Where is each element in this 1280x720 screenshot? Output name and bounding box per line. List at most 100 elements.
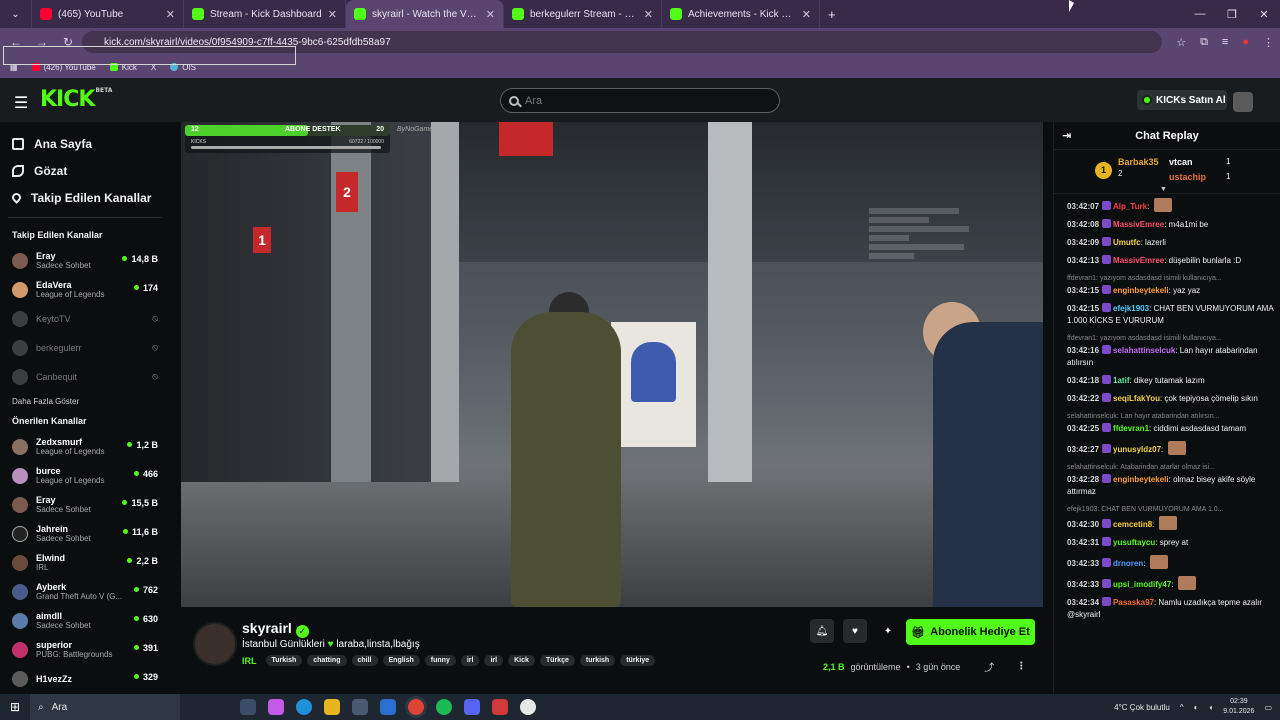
discord-icon[interactable]: [464, 699, 480, 715]
buy-kicks-button[interactable]: KICKs Satın Al: [1137, 90, 1227, 110]
recommended-channel[interactable]: Elwind IRL 2,2 B: [0, 548, 170, 577]
close-icon[interactable]: ✕: [166, 8, 175, 21]
tag-chip[interactable]: Türkçe: [539, 655, 575, 666]
task-view-icon[interactable]: [240, 699, 256, 715]
leader-name[interactable]: vtcan: [1169, 157, 1193, 167]
video-player[interactable]: 1 2 12 ABONE DESTEK 20 KICKS 60722 / 100…: [181, 122, 1043, 607]
reply-preview[interactable]: ffdevran1: yazıyom asdasdasd isimili kul…: [1067, 273, 1274, 285]
chat-username[interactable]: seqiLfakYou: [1113, 394, 1160, 403]
tag-chip[interactable]: English: [382, 655, 420, 666]
search-box[interactable]: [500, 88, 780, 113]
sidebar-item-browse[interactable]: Gözat: [12, 157, 158, 184]
recommended-channel[interactable]: Zedxsmurf League of Legends 1,2 B: [0, 432, 170, 461]
tag-chip[interactable]: irl: [484, 655, 504, 666]
reply-preview[interactable]: ffdevran1: yazıyom asdasdasd isimili kul…: [1067, 333, 1274, 345]
more-options-icon[interactable]: ⋮: [1016, 661, 1026, 672]
browser-tab[interactable]: Stream - Kick Dashboard ✕: [184, 0, 346, 28]
windows-start-icon[interactable]: ⊞: [0, 700, 30, 714]
kick-logo[interactable]: KICKBETA: [40, 87, 112, 112]
followed-channel-offline[interactable]: Canbequit ⦸: [0, 362, 170, 391]
gift-subscription-button[interactable]: 🎁︎ Abonelik Hediye Et: [906, 619, 1035, 645]
notification-bell-button[interactable]: 🔔︎: [810, 619, 834, 643]
show-more-link[interactable]: Daha Fazla Göster: [0, 391, 170, 410]
chat-username[interactable]: yunusyldz07: [1113, 445, 1161, 454]
recommended-channel[interactable]: Jahrein Sadece Sohbet 11,6 B: [0, 519, 170, 548]
close-icon[interactable]: ✕: [486, 8, 495, 21]
chat-username[interactable]: 1atif: [1113, 376, 1129, 385]
chat-username[interactable]: ffdevran1: [1113, 424, 1149, 433]
minimize-icon[interactable]: —: [1184, 0, 1216, 28]
sparkle-button[interactable]: ✦: [876, 619, 900, 643]
tag-chip[interactable]: Turkish: [265, 655, 303, 666]
user-avatar[interactable]: [1233, 92, 1253, 112]
followed-channel[interactable]: EdaVera League of Legends 174: [0, 275, 170, 304]
reply-preview[interactable]: selahattinselcuk: Atabarindan atarlar ol…: [1067, 462, 1274, 474]
recommended-channel[interactable]: Eray Sadece Sohbet 15,5 B: [0, 490, 170, 519]
follow-button[interactable]: ♥: [843, 619, 867, 643]
tag-chip[interactable]: funny: [424, 655, 456, 666]
chat-username[interactable]: selahattinselcuk: [1113, 346, 1175, 355]
leader-name[interactable]: Barbak35: [1118, 157, 1159, 167]
chat-username[interactable]: efejk1903: [1113, 304, 1149, 313]
recommended-channel[interactable]: superior PUBG: Battlegrounds 391: [0, 635, 170, 664]
tag-chip[interactable]: turkish: [579, 655, 616, 666]
edge-icon[interactable]: [296, 699, 312, 715]
followed-channel-offline[interactable]: KeytoTV ⦸: [0, 304, 170, 333]
tag-chip[interactable]: türkiye: [620, 655, 656, 666]
sidebar-item-home[interactable]: Ana Sayfa: [12, 130, 158, 157]
volume-icon[interactable]: ◖: [1208, 703, 1213, 712]
channel-name-heading[interactable]: skyrairl ✓: [242, 620, 309, 638]
followed-channel[interactable]: Eray Sadece Sohbet 14,8 B: [0, 246, 170, 275]
spotify-icon[interactable]: [436, 699, 452, 715]
notifications-icon[interactable]: ▭: [1264, 703, 1272, 712]
expand-leaderboard-icon[interactable]: ▼: [1160, 186, 1167, 193]
search-input[interactable]: [525, 94, 765, 107]
close-icon[interactable]: ✕: [802, 8, 811, 21]
collapse-chat-icon[interactable]: ⇥: [1062, 129, 1071, 142]
taskbar-search[interactable]: ⌕ Ara: [30, 694, 180, 720]
tray-chevron-icon[interactable]: ^: [1180, 703, 1184, 712]
weather-widget[interactable]: 4°C Çok bulutlu: [1114, 703, 1170, 712]
bookmark-star-icon[interactable]: ☆: [1176, 36, 1186, 49]
hamburger-menu-icon[interactable]: ☰: [14, 93, 28, 113]
sidebar-item-following[interactable]: Takip Edilen Kanallar: [10, 184, 158, 211]
copilot-icon[interactable]: [268, 699, 284, 715]
menu-icon[interactable]: ⋮: [1263, 36, 1274, 49]
recommended-channel[interactable]: H1vezZz 329: [0, 664, 170, 693]
chat-username[interactable]: yusuftaycu: [1113, 538, 1155, 547]
tab-list-button[interactable]: ⌄: [0, 0, 32, 28]
tag-chip[interactable]: chatting: [307, 655, 347, 666]
share-icon[interactable]: ⤴: [984, 659, 994, 674]
browser-tab[interactable]: Achievements - Kick Dashboard ✕: [662, 0, 820, 28]
leader-name[interactable]: ustachip: [1169, 172, 1206, 182]
followed-channel-offline[interactable]: berkegulerr ⦸: [0, 333, 170, 362]
chrome-icon[interactable]: [408, 699, 424, 715]
chat-username[interactable]: cemcetin8: [1113, 520, 1152, 529]
chat-username[interactable]: MassivEmree: [1113, 256, 1164, 265]
mail-icon[interactable]: [380, 699, 396, 715]
tag-chip[interactable]: irl: [460, 655, 480, 666]
app-icon[interactable]: [492, 699, 508, 715]
close-icon[interactable]: ✕: [644, 8, 653, 21]
chat-username[interactable]: Alp_Turk: [1113, 202, 1147, 211]
reply-preview[interactable]: selahattinselcuk: Lan hayır atabarindan …: [1067, 411, 1274, 423]
chat-username[interactable]: Umutfc: [1113, 238, 1141, 247]
tag-chip[interactable]: chill: [351, 655, 378, 666]
chat-username[interactable]: enginbeytekeli: [1113, 286, 1169, 295]
chat-username[interactable]: upsi_imodify47: [1113, 580, 1171, 589]
store-icon[interactable]: [352, 699, 368, 715]
channel-avatar[interactable]: [193, 622, 237, 666]
recommended-channel[interactable]: burce League of Legends 466: [0, 461, 170, 490]
reply-preview[interactable]: efejk1903: CHAT BEN VURMUYORUM AMA 1.0..…: [1067, 504, 1274, 516]
browser-tab-active[interactable]: skyrairl - Watch the VOD on ✕: [346, 0, 504, 28]
new-tab-button[interactable]: +: [820, 0, 844, 28]
recommended-channel[interactable]: aimdll Sadece Sohbet 630: [0, 606, 170, 635]
category-link[interactable]: IRL: [242, 656, 257, 666]
browser-tab[interactable]: berkegulerr Stream - Watch Liv ✕: [504, 0, 662, 28]
obs-icon[interactable]: [520, 699, 536, 715]
reading-list-icon[interactable]: ≡: [1222, 36, 1228, 48]
maximize-icon[interactable]: ❐: [1216, 0, 1248, 28]
chat-username[interactable]: drnoren: [1113, 559, 1143, 568]
chat-username[interactable]: Pasaska97: [1113, 598, 1154, 607]
network-icon[interactable]: ◐: [1194, 703, 1199, 712]
